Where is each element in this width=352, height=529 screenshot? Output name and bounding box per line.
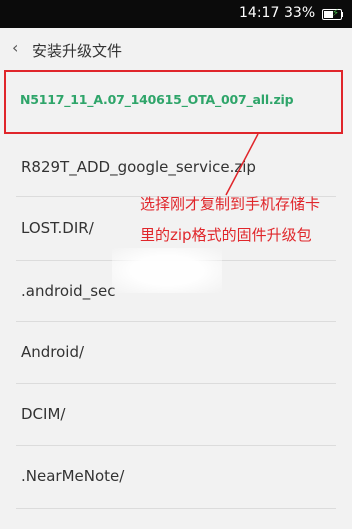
file-name: .android_sec: [21, 282, 116, 300]
app-header: ‹ 安装升级文件: [0, 28, 352, 68]
status-time: 14:17: [239, 5, 280, 21]
file-name: R829T_ADD_google_service.zip: [21, 158, 256, 176]
file-name: .NearMeNote/: [21, 467, 125, 485]
status-bar: 14:17 33% ⚡: [0, 0, 352, 28]
battery-percent: 33%: [284, 5, 316, 21]
divider: [16, 508, 336, 509]
selected-file-name[interactable]: N5117_11_A.07_140615_OTA_007_all.zip: [20, 92, 294, 107]
list-item-file-1[interactable]: R829T_ADD_google_service.zip: [0, 134, 352, 196]
file-name: Android/: [21, 343, 85, 361]
battery-icon: ⚡: [322, 8, 342, 20]
file-name: LOST.DIR/: [21, 219, 94, 237]
back-arrow-icon[interactable]: ‹: [12, 38, 18, 57]
blur-overlay: [112, 248, 222, 293]
annotation-text-line1: 选择刚才复制到手机存储卡: [140, 195, 321, 213]
page-title: 安装升级文件: [32, 42, 123, 60]
list-item-file-6[interactable]: .NearMeNote/: [0, 446, 352, 508]
file-name: DCIM/: [21, 405, 66, 423]
list-item-file-4[interactable]: Android/: [0, 322, 352, 384]
annotation-text-line2: 里的zip格式的固件升级包: [140, 226, 312, 244]
list-item-file-5[interactable]: DCIM/: [0, 384, 352, 446]
